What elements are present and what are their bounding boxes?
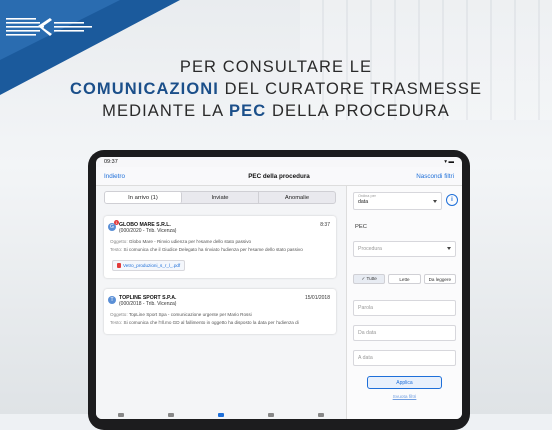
procedure-select[interactable]: Procedura	[353, 241, 456, 257]
body-label: Testo:	[110, 320, 123, 325]
message-procedure: (000/2018 - Trib. Vicenza)	[119, 301, 177, 307]
subject-text: TopLine Sport Spa - comunicazione urgent…	[128, 312, 252, 317]
sender-avatar: T	[108, 296, 116, 304]
order-by-label: Ordina per	[358, 194, 376, 198]
to-date-input[interactable]: A data	[353, 350, 456, 366]
read-status-filter: ✓ Tutte Lette Da leggere	[353, 274, 456, 284]
app-screen: 09:37 ▾ ▬ Indietro PEC della procedura N…	[96, 157, 462, 419]
from-date-input[interactable]: Da data	[353, 325, 456, 341]
nav-bar: Indietro PEC della procedura Nascondi fi…	[96, 167, 462, 186]
message-card[interactable]: G 1 GLOBO MARE S.R.L. (000/2020 - Trib. …	[104, 216, 336, 278]
headline-line-2: DEL CURATORE TRASMESSE	[218, 80, 483, 98]
from-date-placeholder: Da data	[358, 330, 377, 336]
message-list-pane: In arrivo (1) Inviate Anomalie G 1 GLOBO…	[96, 186, 347, 419]
headline-line-1: PER CONSULTARE LE	[179, 58, 373, 76]
status-icons: ▾ ▬	[444, 159, 454, 165]
status-bar: 09:37 ▾ ▬	[96, 157, 462, 167]
message-body: Testo: Si comunica che il Giudice Delega…	[110, 247, 330, 252]
attachment-chip[interactable]: Vetro_produzioni_s_r_l_.pdf	[112, 260, 186, 271]
back-button[interactable]: Indietro	[104, 173, 125, 180]
keyword-placeholder: Parola	[358, 305, 373, 311]
filter-read-button[interactable]: Lette	[388, 274, 421, 284]
promo-headline: PER CONSULTARE LE COMUNICAZIONI DEL CURA…	[0, 56, 552, 122]
body-text: Si comunica che l'Ill.mo GD al falliment…	[123, 320, 299, 325]
headline-bold-comunicazioni: COMUNICAZIONI	[69, 80, 219, 98]
procedure-placeholder: Procedura	[358, 246, 382, 252]
chevron-down-icon	[447, 247, 451, 250]
order-by-value: data	[358, 199, 369, 205]
attachment-name: Vetro_produzioni_s_r_l_.pdf	[123, 263, 181, 268]
clear-filters-link[interactable]: Svuota filtri	[347, 395, 462, 400]
hide-filters-button[interactable]: Nascondi filtri	[416, 173, 454, 180]
tab-anomalie[interactable]: Anomalie	[259, 192, 335, 203]
subject-label: Oggetto:	[110, 312, 128, 317]
order-by-select[interactable]: Ordina per data	[353, 192, 442, 210]
tab-inviate[interactable]: Inviate	[182, 192, 259, 203]
pec-section-title: PEC	[355, 224, 367, 230]
pdf-icon	[117, 263, 121, 268]
apply-button[interactable]: Applica	[367, 376, 442, 389]
body-label: Testo:	[110, 247, 123, 252]
filters-pane: Ordina per data i PEC Procedura ✓ Tutte …	[347, 186, 462, 419]
filter-all-button[interactable]: ✓ Tutte	[353, 274, 386, 284]
keyword-input[interactable]: Parola	[353, 300, 456, 316]
page-title: PEC della procedura	[248, 172, 310, 180]
headline-bold-pec: PEC	[229, 102, 267, 120]
status-time: 09:37	[104, 159, 118, 165]
headline-line-3b: DELLA PROCEDURA	[266, 102, 450, 120]
headline-line-3a: MEDIANTE LA	[102, 102, 230, 120]
filter-unread-button[interactable]: Da leggere	[423, 274, 456, 284]
message-body: Testo: Si comunica che l'Ill.mo GD al fa…	[110, 320, 330, 325]
message-date: 15/01/2018	[304, 295, 330, 301]
message-subject: Oggetto: TopLine Sport Spa - comunicazio…	[110, 312, 330, 317]
chevron-down-icon	[433, 200, 437, 203]
tab-in-arrivo[interactable]: In arrivo (1)	[105, 192, 182, 203]
message-date: 8:37	[320, 222, 330, 228]
body-text: Si comunica che il Giudice Delegato ha r…	[123, 247, 303, 252]
message-procedure: (000/2020 - Trib. Vicenza)	[119, 228, 177, 234]
message-subject: Oggetto: Globo Mare - Rinvio udienza per…	[110, 239, 330, 244]
main-content: In arrivo (1) Inviate Anomalie G 1 GLOBO…	[96, 186, 462, 419]
subject-text: Globo Mare - Rinvio udienza per l'esame …	[128, 239, 252, 244]
message-card[interactable]: T TOPLINE SPORT S.P.A. (000/2018 - Trib.…	[104, 289, 336, 334]
to-date-placeholder: A data	[358, 355, 373, 361]
info-icon[interactable]: i	[446, 194, 458, 206]
subject-label: Oggetto:	[110, 239, 128, 244]
mailbox-segmented-control: In arrivo (1) Inviate Anomalie	[104, 191, 336, 204]
